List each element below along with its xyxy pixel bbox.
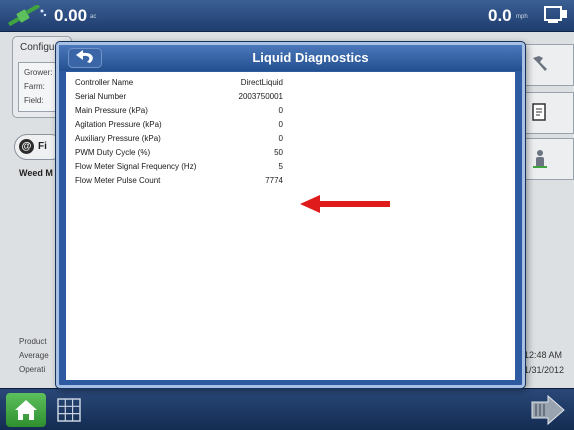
diagnostics-list: Controller Name DirectLiquid Serial Numb…	[66, 72, 515, 380]
product-label: Product	[19, 337, 47, 346]
bottom-toolbar	[0, 388, 574, 430]
area-counter-unit: ac	[90, 14, 97, 20]
grid-icon[interactable]	[52, 395, 86, 425]
home-icon	[15, 400, 37, 420]
serial-number-value: 2003750001	[238, 92, 284, 101]
field-label: Field:	[24, 96, 44, 105]
wrench-icon	[533, 56, 547, 71]
field-operation-icon: @	[19, 139, 34, 154]
controller-name-label: Controller Name	[75, 78, 134, 87]
red-arrow-annotation	[300, 195, 390, 213]
flow-meter-pulse-count-value: 7774	[265, 176, 283, 185]
clock-date: 1/31/2012	[524, 365, 565, 375]
auxiliary-pressure-label: Auxiliary Pressure (kPa)	[75, 134, 161, 143]
agitation-pressure-value: 0	[278, 120, 283, 129]
main-pressure-label: Main Pressure (kPa)	[75, 106, 148, 115]
average-label: Average	[19, 351, 49, 360]
document-icon	[532, 103, 546, 121]
flow-meter-pulse-count-label: Flow Meter Pulse Count	[75, 176, 161, 185]
configuration-title: Configu	[20, 42, 55, 53]
serial-number-label: Serial Number	[75, 92, 127, 101]
grower-label: Grower:	[24, 68, 53, 77]
liquid-diagnostics-dialog: Liquid Diagnostics Controller Name Direc…	[56, 42, 525, 388]
home-button[interactable]	[6, 393, 46, 427]
flow-meter-frequency-label: Flow Meter Signal Frequency (Hz)	[75, 162, 197, 171]
speed-unit: mph	[516, 14, 528, 20]
gps-signal-icon[interactable]	[6, 5, 48, 27]
speed-value: 0.0	[488, 6, 512, 25]
flow-meter-frequency-value: 5	[278, 162, 283, 171]
pwm-duty-cycle-label: PWM Duty Cycle (%)	[75, 148, 151, 157]
auxiliary-pressure-value: 0	[278, 134, 283, 143]
operator-icon	[533, 150, 547, 168]
farm-label: Farm:	[24, 82, 45, 91]
dialog-title: Liquid Diagnostics	[252, 50, 369, 65]
main-pressure-value: 0	[278, 106, 283, 115]
area-counter-value: 0.00	[54, 6, 88, 25]
dialog-header: Liquid Diagnostics	[59, 45, 522, 71]
pwm-duty-cycle-value: 50	[274, 148, 283, 157]
weed-management-label: Weed M	[19, 168, 53, 178]
controller-name-value: DirectLiquid	[240, 78, 283, 87]
field-operation-label: Fi	[38, 141, 47, 152]
clock-time: 12:48 AM	[524, 350, 563, 360]
display-icon[interactable]	[544, 6, 568, 25]
operation-label: Operati	[19, 365, 46, 374]
agitation-pressure-label: Agitation Pressure (kPa)	[75, 120, 162, 129]
field-arrow-icon[interactable]	[530, 394, 566, 426]
